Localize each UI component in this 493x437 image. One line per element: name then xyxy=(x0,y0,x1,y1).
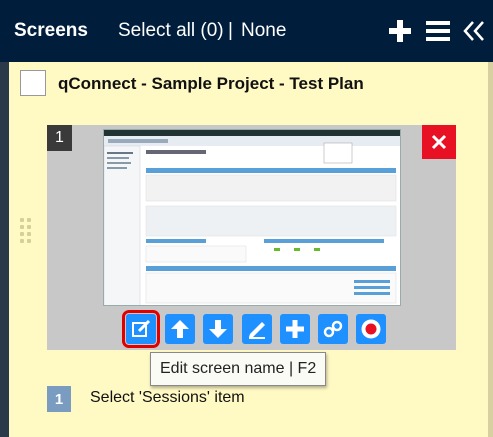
screenshot-preview-image xyxy=(104,130,400,305)
header-separator: | xyxy=(228,20,233,41)
edit-screen-name-button[interactable] xyxy=(122,310,160,348)
tooltip: Edit screen name | F2 xyxy=(150,352,327,386)
drag-handle[interactable] xyxy=(20,218,34,244)
menu-button[interactable] xyxy=(424,14,452,48)
screen-thumbnail[interactable] xyxy=(103,129,401,306)
screen-card: 1 xyxy=(47,125,456,350)
insert-button[interactable] xyxy=(280,314,310,344)
close-icon xyxy=(431,134,447,150)
hamburger-menu-icon xyxy=(426,21,450,41)
scrollbar-track[interactable] xyxy=(488,62,493,437)
project-title: qConnect - Sample Project - Test Plan xyxy=(58,74,364,93)
screen-number-badge: 1 xyxy=(47,125,72,151)
move-down-button[interactable] xyxy=(203,314,233,344)
step-description[interactable]: Select 'Sessions' item xyxy=(90,389,245,407)
record-button[interactable] xyxy=(356,314,386,344)
add-screen-button[interactable] xyxy=(386,14,414,48)
edit-icon xyxy=(132,319,151,337)
step-number-badge: 1 xyxy=(47,386,71,412)
arrow-down-icon xyxy=(209,320,227,338)
left-edge-strip xyxy=(0,62,9,437)
screens-title: Screens xyxy=(14,20,88,41)
plus-icon xyxy=(389,20,411,42)
collapse-panel-button[interactable] xyxy=(460,14,488,48)
link-button[interactable] xyxy=(318,314,348,344)
double-chevron-left-icon xyxy=(463,21,484,41)
arrow-up-icon xyxy=(171,320,189,338)
record-icon xyxy=(361,319,381,339)
pen-icon xyxy=(249,322,265,339)
annotate-button[interactable] xyxy=(242,314,272,344)
delete-screen-button[interactable] xyxy=(422,125,456,159)
screens-header: Screens Select all (0) | None xyxy=(0,0,493,62)
select-all-link[interactable]: Select all (0) xyxy=(118,20,224,42)
link-icon xyxy=(323,320,343,338)
select-project-checkbox[interactable] xyxy=(20,70,46,96)
select-none-link[interactable]: None xyxy=(241,20,286,42)
move-up-button[interactable] xyxy=(165,314,195,344)
plus-icon xyxy=(286,320,304,338)
